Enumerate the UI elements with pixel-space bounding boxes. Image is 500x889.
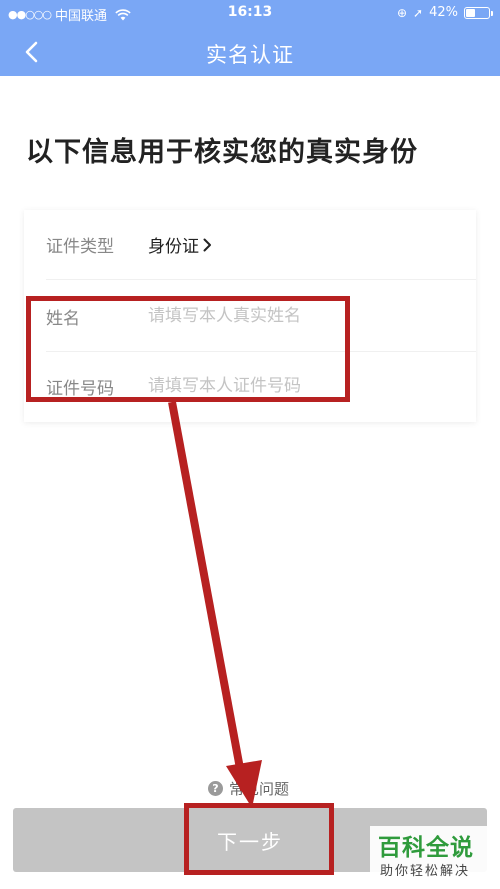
id-type-label: 证件类型 xyxy=(46,237,114,257)
status-bar: ●●○○○ 中国联通 16:13 ⊕ ➚ 42% xyxy=(0,0,500,28)
id-type-row[interactable]: 证件类型 身份证 xyxy=(24,210,476,280)
annotation-box-button xyxy=(184,803,334,875)
status-right: ⊕ ➚ 42% xyxy=(396,5,493,20)
battery-percent: 42% xyxy=(429,5,458,20)
page-title: 实名认证 xyxy=(206,43,294,67)
watermark-subtitle: 助你轻松解决 xyxy=(380,864,471,879)
faq-link[interactable]: ? 常见问题 xyxy=(208,778,289,799)
watermark: 百科全说 助你轻松解决 xyxy=(370,826,496,884)
id-type-value: 身份证 xyxy=(148,237,199,257)
chevron-right-icon xyxy=(203,238,211,251)
faq-label: 常见问题 xyxy=(229,780,290,798)
divider xyxy=(46,279,476,280)
arrow-shaft xyxy=(168,401,248,791)
id-type-selector[interactable]: 身份证 xyxy=(148,232,212,257)
location-icon: ➚ xyxy=(413,5,424,20)
battery-icon xyxy=(464,6,493,19)
instruction-heading: 以下信息用于核实您的真实身份 xyxy=(26,137,418,168)
battery-fill xyxy=(466,8,475,17)
annotation-box-form xyxy=(26,296,350,402)
nav-bar: 实名认证 xyxy=(0,28,500,76)
watermark-logo: 百科全说 xyxy=(378,835,474,861)
question-icon: ? xyxy=(208,781,223,796)
orientation-lock-icon: ⊕ xyxy=(396,5,408,20)
